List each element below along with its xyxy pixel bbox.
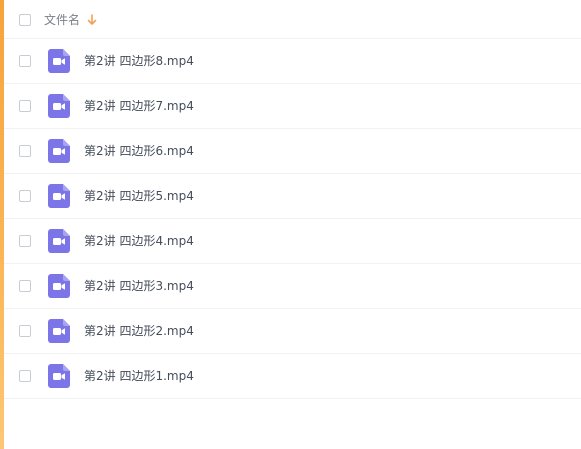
- file-row[interactable]: 第2讲 四边形5.mp4: [4, 174, 581, 219]
- file-row[interactable]: 第2讲 四边形8.mp4: [4, 39, 581, 84]
- file-name[interactable]: 第2讲 四边形6.mp4: [84, 143, 194, 159]
- file-row[interactable]: 第2讲 四边形1.mp4: [4, 354, 581, 399]
- file-list-header: 文件名: [4, 0, 581, 39]
- file-row-checkbox[interactable]: [19, 190, 31, 202]
- file-row[interactable]: 第2讲 四边形2.mp4: [4, 309, 581, 354]
- file-row-checkbox[interactable]: [19, 325, 31, 337]
- file-row[interactable]: 第2讲 四边形7.mp4: [4, 84, 581, 129]
- video-file-icon: [48, 274, 70, 298]
- file-row-checkbox[interactable]: [19, 235, 31, 247]
- file-row-checkbox[interactable]: [19, 145, 31, 157]
- file-row-checkbox[interactable]: [19, 280, 31, 292]
- video-file-icon: [48, 319, 70, 343]
- file-name[interactable]: 第2讲 四边形8.mp4: [84, 53, 194, 69]
- file-row-checkbox[interactable]: [19, 370, 31, 382]
- file-row-checkbox[interactable]: [19, 100, 31, 112]
- file-name[interactable]: 第2讲 四边形5.mp4: [84, 188, 194, 204]
- file-row[interactable]: 第2讲 四边形6.mp4: [4, 129, 581, 174]
- file-name[interactable]: 第2讲 四边形1.mp4: [84, 368, 194, 384]
- file-name[interactable]: 第2讲 四边形2.mp4: [84, 323, 194, 339]
- file-name[interactable]: 第2讲 四边形7.mp4: [84, 98, 194, 114]
- select-all-checkbox[interactable]: [19, 14, 31, 26]
- video-file-icon: [48, 229, 70, 253]
- video-file-icon: [48, 94, 70, 118]
- file-row-checkbox[interactable]: [19, 55, 31, 67]
- file-list: 文件名 第2讲 四边形8.mp4 第2讲 四边形7.mp4 第2讲 四边形6.mp4…: [4, 0, 581, 399]
- file-row[interactable]: 第2讲 四边形3.mp4: [4, 264, 581, 309]
- file-name[interactable]: 第2讲 四边形4.mp4: [84, 233, 194, 249]
- video-file-icon: [48, 49, 70, 73]
- file-rows: 第2讲 四边形8.mp4 第2讲 四边形7.mp4 第2讲 四边形6.mp4 第2讲 …: [4, 39, 581, 399]
- video-file-icon: [48, 139, 70, 163]
- column-header-filename[interactable]: 文件名: [44, 12, 80, 28]
- sort-down-arrow-icon[interactable]: [86, 13, 98, 27]
- file-row[interactable]: 第2讲 四边形4.mp4: [4, 219, 581, 264]
- video-file-icon: [48, 184, 70, 208]
- file-name[interactable]: 第2讲 四边形3.mp4: [84, 278, 194, 294]
- video-file-icon: [48, 364, 70, 388]
